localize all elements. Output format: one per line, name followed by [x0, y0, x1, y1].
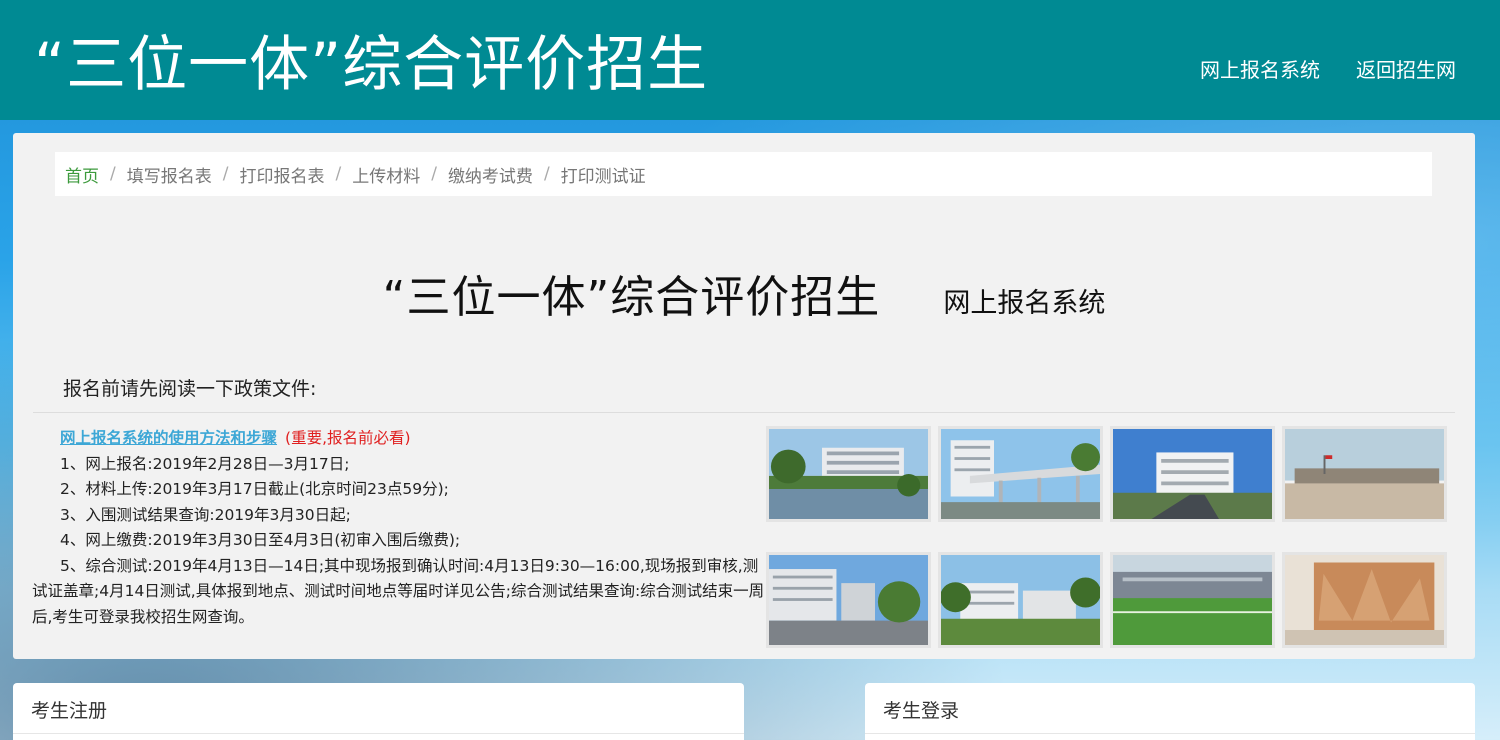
breadcrumb-home[interactable]: 首页 — [65, 162, 99, 187]
nav-return-admissions-link[interactable]: 返回招生网 — [1356, 57, 1456, 83]
divider — [13, 733, 744, 734]
breadcrumb-separator: / — [431, 164, 437, 184]
page-heading: “三位一体”综合评价招生 网上报名系统 — [13, 261, 1475, 325]
campus-photo-field — [1110, 552, 1275, 648]
breadcrumb-separator: / — [110, 164, 116, 184]
schedule-item: 3、入围测试结果查询:2019年3月30日起; — [60, 505, 351, 524]
register-card: 考生注册 — [13, 683, 744, 740]
breadcrumb-print-test-pass[interactable]: 打印测试证 — [561, 162, 646, 187]
breadcrumb-pay-fee[interactable]: 缴纳考试费 — [448, 162, 533, 187]
policy-notice-title: 报名前请先阅读一下政策文件: — [63, 378, 317, 400]
guide-important-note: (重要,报名前必看) — [285, 429, 411, 447]
campus-photo-trees — [938, 552, 1103, 648]
schedule-item: 4、网上缴费:2019年3月30日至4月3日(初审入围后缴费); — [60, 531, 461, 549]
page-title: “三位一体”综合评价招生 — [382, 272, 881, 323]
campus-photo-road — [766, 552, 931, 648]
guide-line: 网上报名系统的使用方法和步骤 (重要,报名前必看) — [32, 426, 765, 452]
schedule-item: 2、材料上传:2019年3月17日截止(北京时间23点59分); — [60, 480, 449, 498]
breadcrumb-print-form[interactable]: 打印报名表 — [239, 162, 324, 187]
breadcrumb: 首页 / 填写报名表 / 打印报名表 / 上传材料 / 缴纳考试费 / 打印测试… — [55, 152, 1432, 196]
schedule-item: 5、综合测试:2019年4月13日—14日;其中现场报到确认时间:4月13日9:… — [32, 556, 765, 626]
breadcrumb-upload-materials[interactable]: 上传材料 — [352, 162, 420, 187]
campus-photo-lake — [766, 426, 931, 522]
nav-registration-system-link[interactable]: 网上报名系统 — [1200, 57, 1320, 83]
campus-photo-plaza — [1282, 426, 1447, 522]
campus-photo-mural — [1282, 552, 1447, 648]
breadcrumb-separator: / — [222, 164, 229, 184]
campus-photo-gate — [938, 426, 1103, 522]
site-header: “三位一体”综合评价招生 网上报名系统 返回招生网 — [0, 0, 1500, 120]
register-card-title: 考生注册 — [31, 700, 108, 722]
divider — [865, 733, 1475, 734]
site-title: “三位一体”综合评价招生 — [34, 30, 709, 100]
schedule-item: 1、网上报名:2019年2月28日—3月17日; — [60, 454, 350, 473]
breadcrumb-separator: / — [335, 164, 342, 184]
main-panel: 首页 / 填写报名表 / 打印报名表 / 上传材料 / 缴纳考试费 / 打印测试… — [13, 133, 1475, 659]
top-nav: 网上报名系统 返回招生网 — [1200, 57, 1456, 83]
breadcrumb-fill-form[interactable]: 填写报名表 — [127, 162, 212, 187]
campus-photo-building — [1110, 426, 1275, 522]
login-card: 考生登录 — [865, 683, 1475, 740]
schedule-info: 网上报名系统的使用方法和步骤 (重要,报名前必看) 1、网上报名:2019年2月2… — [32, 426, 765, 630]
usage-guide-link[interactable]: 网上报名系统的使用方法和步骤 — [60, 429, 277, 447]
login-card-title: 考生登录 — [883, 700, 960, 722]
divider — [33, 412, 1455, 413]
campus-photo-grid — [766, 426, 1456, 654]
breadcrumb-separator: / — [543, 164, 550, 184]
page-subtitle: 网上报名系统 — [943, 288, 1106, 319]
